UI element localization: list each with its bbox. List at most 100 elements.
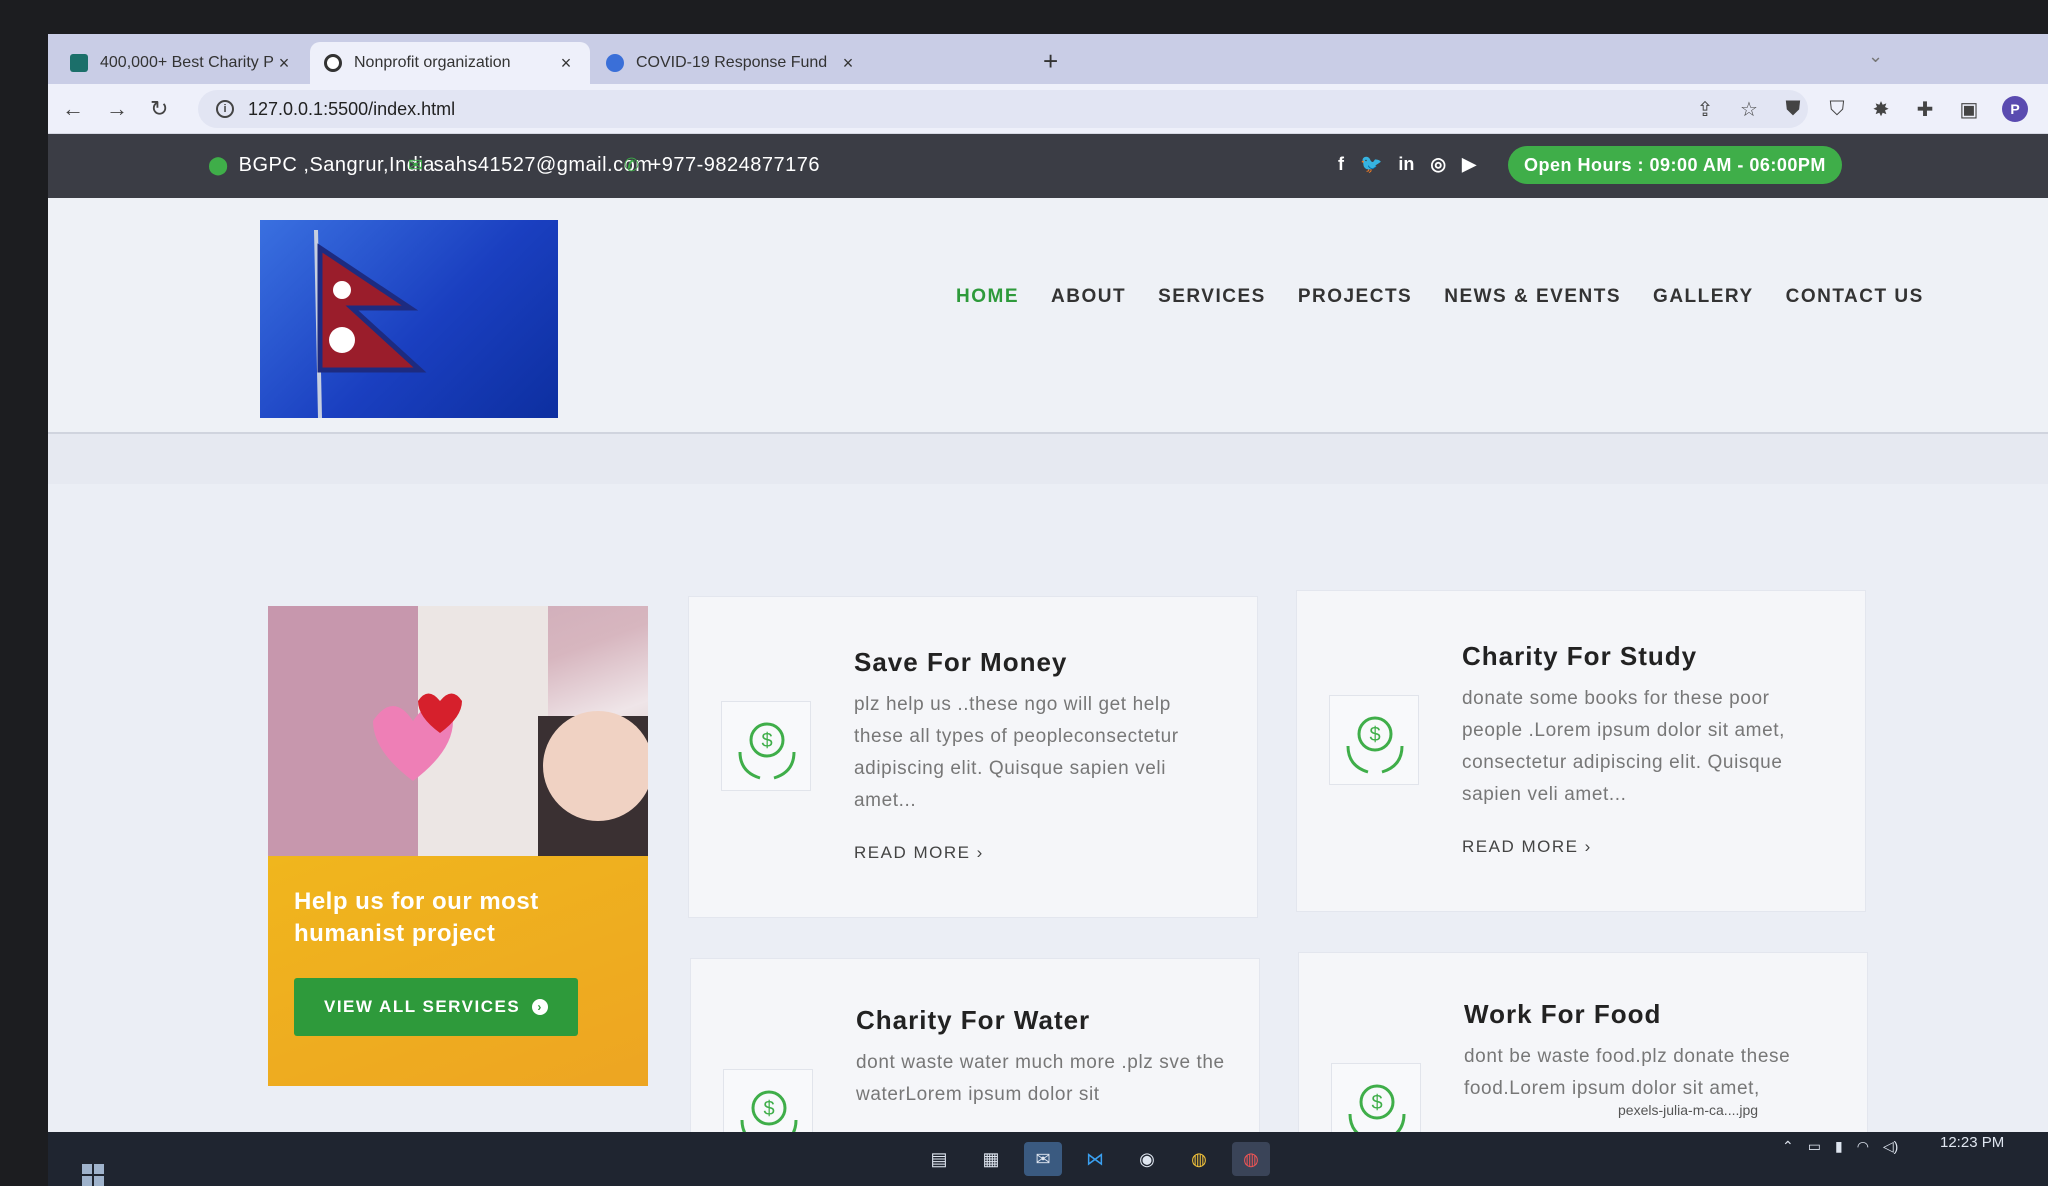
- sidebar-icon[interactable]: ▣: [1958, 97, 1980, 122]
- card-text: plz help us ..these ngo will get help th…: [854, 694, 1179, 811]
- twitter-icon[interactable]: 🐦: [1360, 154, 1382, 175]
- reload-icon[interactable]: ↻: [150, 96, 168, 122]
- extension-icon[interactable]: ✸: [1870, 97, 1892, 122]
- share-icon[interactable]: ⇪: [1694, 97, 1716, 122]
- url-text: 127.0.0.1:5500/index.html: [248, 98, 456, 119]
- browser-toolbar: ← → ↻ i 127.0.0.1:5500/index.html ⇪ ☆ ⛊ …: [48, 84, 2048, 134]
- new-tab-button[interactable]: +: [1043, 46, 1058, 77]
- button-label: VIEW ALL SERVICES: [324, 997, 521, 1016]
- hearts-photo-icon: [268, 606, 648, 856]
- globe-icon: [324, 54, 342, 72]
- read-more-link[interactable]: READ MORE ›: [1462, 837, 1592, 857]
- location-text: BGPC ,Sangrur,India: [238, 154, 435, 176]
- site-topbar: ⬤ BGPC ,Sangrur,India ✉ sahs41527@gmail.…: [48, 134, 2048, 198]
- address-bar[interactable]: i 127.0.0.1:5500/index.html: [198, 90, 1808, 128]
- close-icon[interactable]: ×: [556, 53, 576, 74]
- vscode-icon[interactable]: ⋈: [1076, 1142, 1114, 1176]
- chrome-icon[interactable]: ◍: [1180, 1142, 1218, 1176]
- instagram-icon[interactable]: ◎: [1430, 154, 1446, 175]
- shield-icon[interactable]: ⛊: [1782, 98, 1804, 121]
- tab-search-icon[interactable]: ⌄: [1868, 46, 1883, 67]
- promo-title: Help us for our most humanist project: [294, 888, 539, 947]
- volume-icon[interactable]: ◁): [1883, 1138, 1898, 1155]
- nav-home[interactable]: HOME: [956, 286, 1019, 308]
- read-more-link[interactable]: READ MORE ›: [854, 843, 984, 863]
- mail-icon[interactable]: ✉: [1024, 1142, 1062, 1176]
- windows-start-icon[interactable]: [82, 1164, 104, 1186]
- card-title: Save For Money: [854, 647, 1068, 677]
- download-filename[interactable]: pexels-julia-m-ca....jpg: [1618, 1102, 1758, 1118]
- bookmark-star-icon[interactable]: ☆: [1738, 97, 1760, 122]
- envelope-icon: ✉: [408, 155, 424, 175]
- open-hours-badge: Open Hours : 09:00 AM - 06:00PM: [1508, 146, 1842, 184]
- close-icon[interactable]: ×: [838, 53, 858, 74]
- arrow-circle-icon: ›: [532, 999, 549, 1015]
- extension-shield-icon[interactable]: ⛉: [1826, 98, 1848, 121]
- taskbar-apps: ▤ ▦ ✉ ⋈ ◉ ◍ ◍: [920, 1142, 1270, 1176]
- tab-covid[interactable]: COVID-19 Response Fund ×: [592, 42, 872, 84]
- promo-body: Help us for our most humanist project VI…: [268, 856, 648, 1086]
- card-title: Charity For Water: [856, 1005, 1091, 1035]
- store-icon[interactable]: ▦: [972, 1142, 1010, 1176]
- tab-label: Nonprofit organization: [354, 54, 511, 71]
- site-favicon-icon: [70, 54, 88, 72]
- profile-avatar[interactable]: P: [2002, 96, 2028, 122]
- tab-strip: 400,000+ Best Charity Poor Peop × Nonpro…: [48, 34, 2048, 84]
- clock[interactable]: 12:23 PM: [1940, 1134, 2004, 1151]
- chevron-up-icon[interactable]: ⌃: [1782, 1138, 1794, 1155]
- system-tray: ⌃ ▭ ▮ ◠ ◁): [1782, 1134, 1898, 1158]
- nav-projects[interactable]: PROJECTS: [1298, 286, 1412, 308]
- card-title: Work For Food: [1464, 999, 1662, 1029]
- un-logo-icon: [606, 54, 624, 72]
- email-info[interactable]: ✉ sahs41527@gmail.com: [408, 154, 652, 177]
- svg-text:$: $: [761, 730, 772, 752]
- close-icon[interactable]: ×: [274, 53, 294, 74]
- puzzle-icon[interactable]: ✚: [1914, 97, 1936, 122]
- nav-contact-us[interactable]: CONTACT US: [1786, 286, 1924, 308]
- youtube-icon[interactable]: ▶: [1462, 154, 1476, 175]
- svg-text:$: $: [1371, 1092, 1382, 1114]
- card-text: dont waste water much more .plz sve the …: [856, 1052, 1225, 1105]
- linkedin-icon[interactable]: in: [1398, 154, 1414, 175]
- nav-about[interactable]: ABOUT: [1051, 286, 1126, 308]
- card-text: dont be waste food.plz donate these food…: [1464, 1046, 1791, 1099]
- facebook-icon[interactable]: f: [1338, 154, 1344, 175]
- browser-window: 400,000+ Best Charity Poor Peop × Nonpro…: [48, 34, 2048, 1186]
- tab-nonprofit[interactable]: Nonprofit organization ×: [310, 42, 590, 84]
- promo-card: Help us for our most humanist project VI…: [268, 606, 648, 1086]
- card-text: donate some books for these poor people …: [1462, 688, 1786, 805]
- toolbar-icons: ⇪ ☆ ⛊ ⛉ ✸ ✚ ▣ P: [1694, 96, 2028, 122]
- svg-text:$: $: [763, 1098, 774, 1120]
- service-card-save-for-money: $ Save For Money plz help us ..these ngo…: [688, 596, 1258, 918]
- email-text[interactable]: sahs41527@gmail.com: [434, 154, 653, 177]
- site-info-icon[interactable]: i: [216, 100, 234, 118]
- phone-text[interactable]: +977-9824877176: [650, 154, 820, 177]
- site-logo[interactable]: [260, 220, 558, 418]
- chrome-profile-icon[interactable]: ◍: [1232, 1142, 1270, 1176]
- wifi-icon[interactable]: ◠: [1857, 1138, 1869, 1155]
- section-divider: [48, 434, 2048, 484]
- card-title: Charity For Study: [1462, 641, 1698, 671]
- forward-icon[interactable]: →: [106, 96, 128, 122]
- obs-icon[interactable]: ◉: [1128, 1142, 1166, 1176]
- battery-icon[interactable]: ▮: [1835, 1138, 1843, 1155]
- map-pin-icon: ⬤: [208, 155, 229, 175]
- service-card-charity-for-study: $ Charity For Study donate some books fo…: [1296, 590, 1866, 912]
- tab-label: COVID-19 Response Fund: [636, 54, 828, 71]
- nav-gallery[interactable]: GALLERY: [1653, 286, 1754, 308]
- file-explorer-icon[interactable]: ▤: [920, 1142, 958, 1176]
- money-hands-icon: $: [1329, 695, 1419, 785]
- back-icon[interactable]: ←: [62, 96, 84, 122]
- nav-services[interactable]: SERVICES: [1158, 286, 1266, 308]
- site-header: HOME ABOUT SERVICES PROJECTS NEWS & EVEN…: [48, 198, 2048, 434]
- view-all-services-button[interactable]: VIEW ALL SERVICES ›: [294, 978, 579, 1036]
- tab-label: 400,000+ Best Charity Poor Peop: [100, 54, 274, 71]
- device-icon[interactable]: ▭: [1808, 1138, 1821, 1155]
- phone-info[interactable]: ✆ +977-9824877176: [624, 154, 820, 177]
- promo-image: [268, 606, 648, 856]
- svg-text:$: $: [1369, 724, 1380, 746]
- tab-charity[interactable]: 400,000+ Best Charity Poor Peop ×: [56, 42, 308, 84]
- money-hands-icon: $: [721, 701, 811, 791]
- services-section: Help us for our most humanist project VI…: [48, 484, 2048, 1178]
- nav-news-events[interactable]: NEWS & EVENTS: [1444, 286, 1621, 308]
